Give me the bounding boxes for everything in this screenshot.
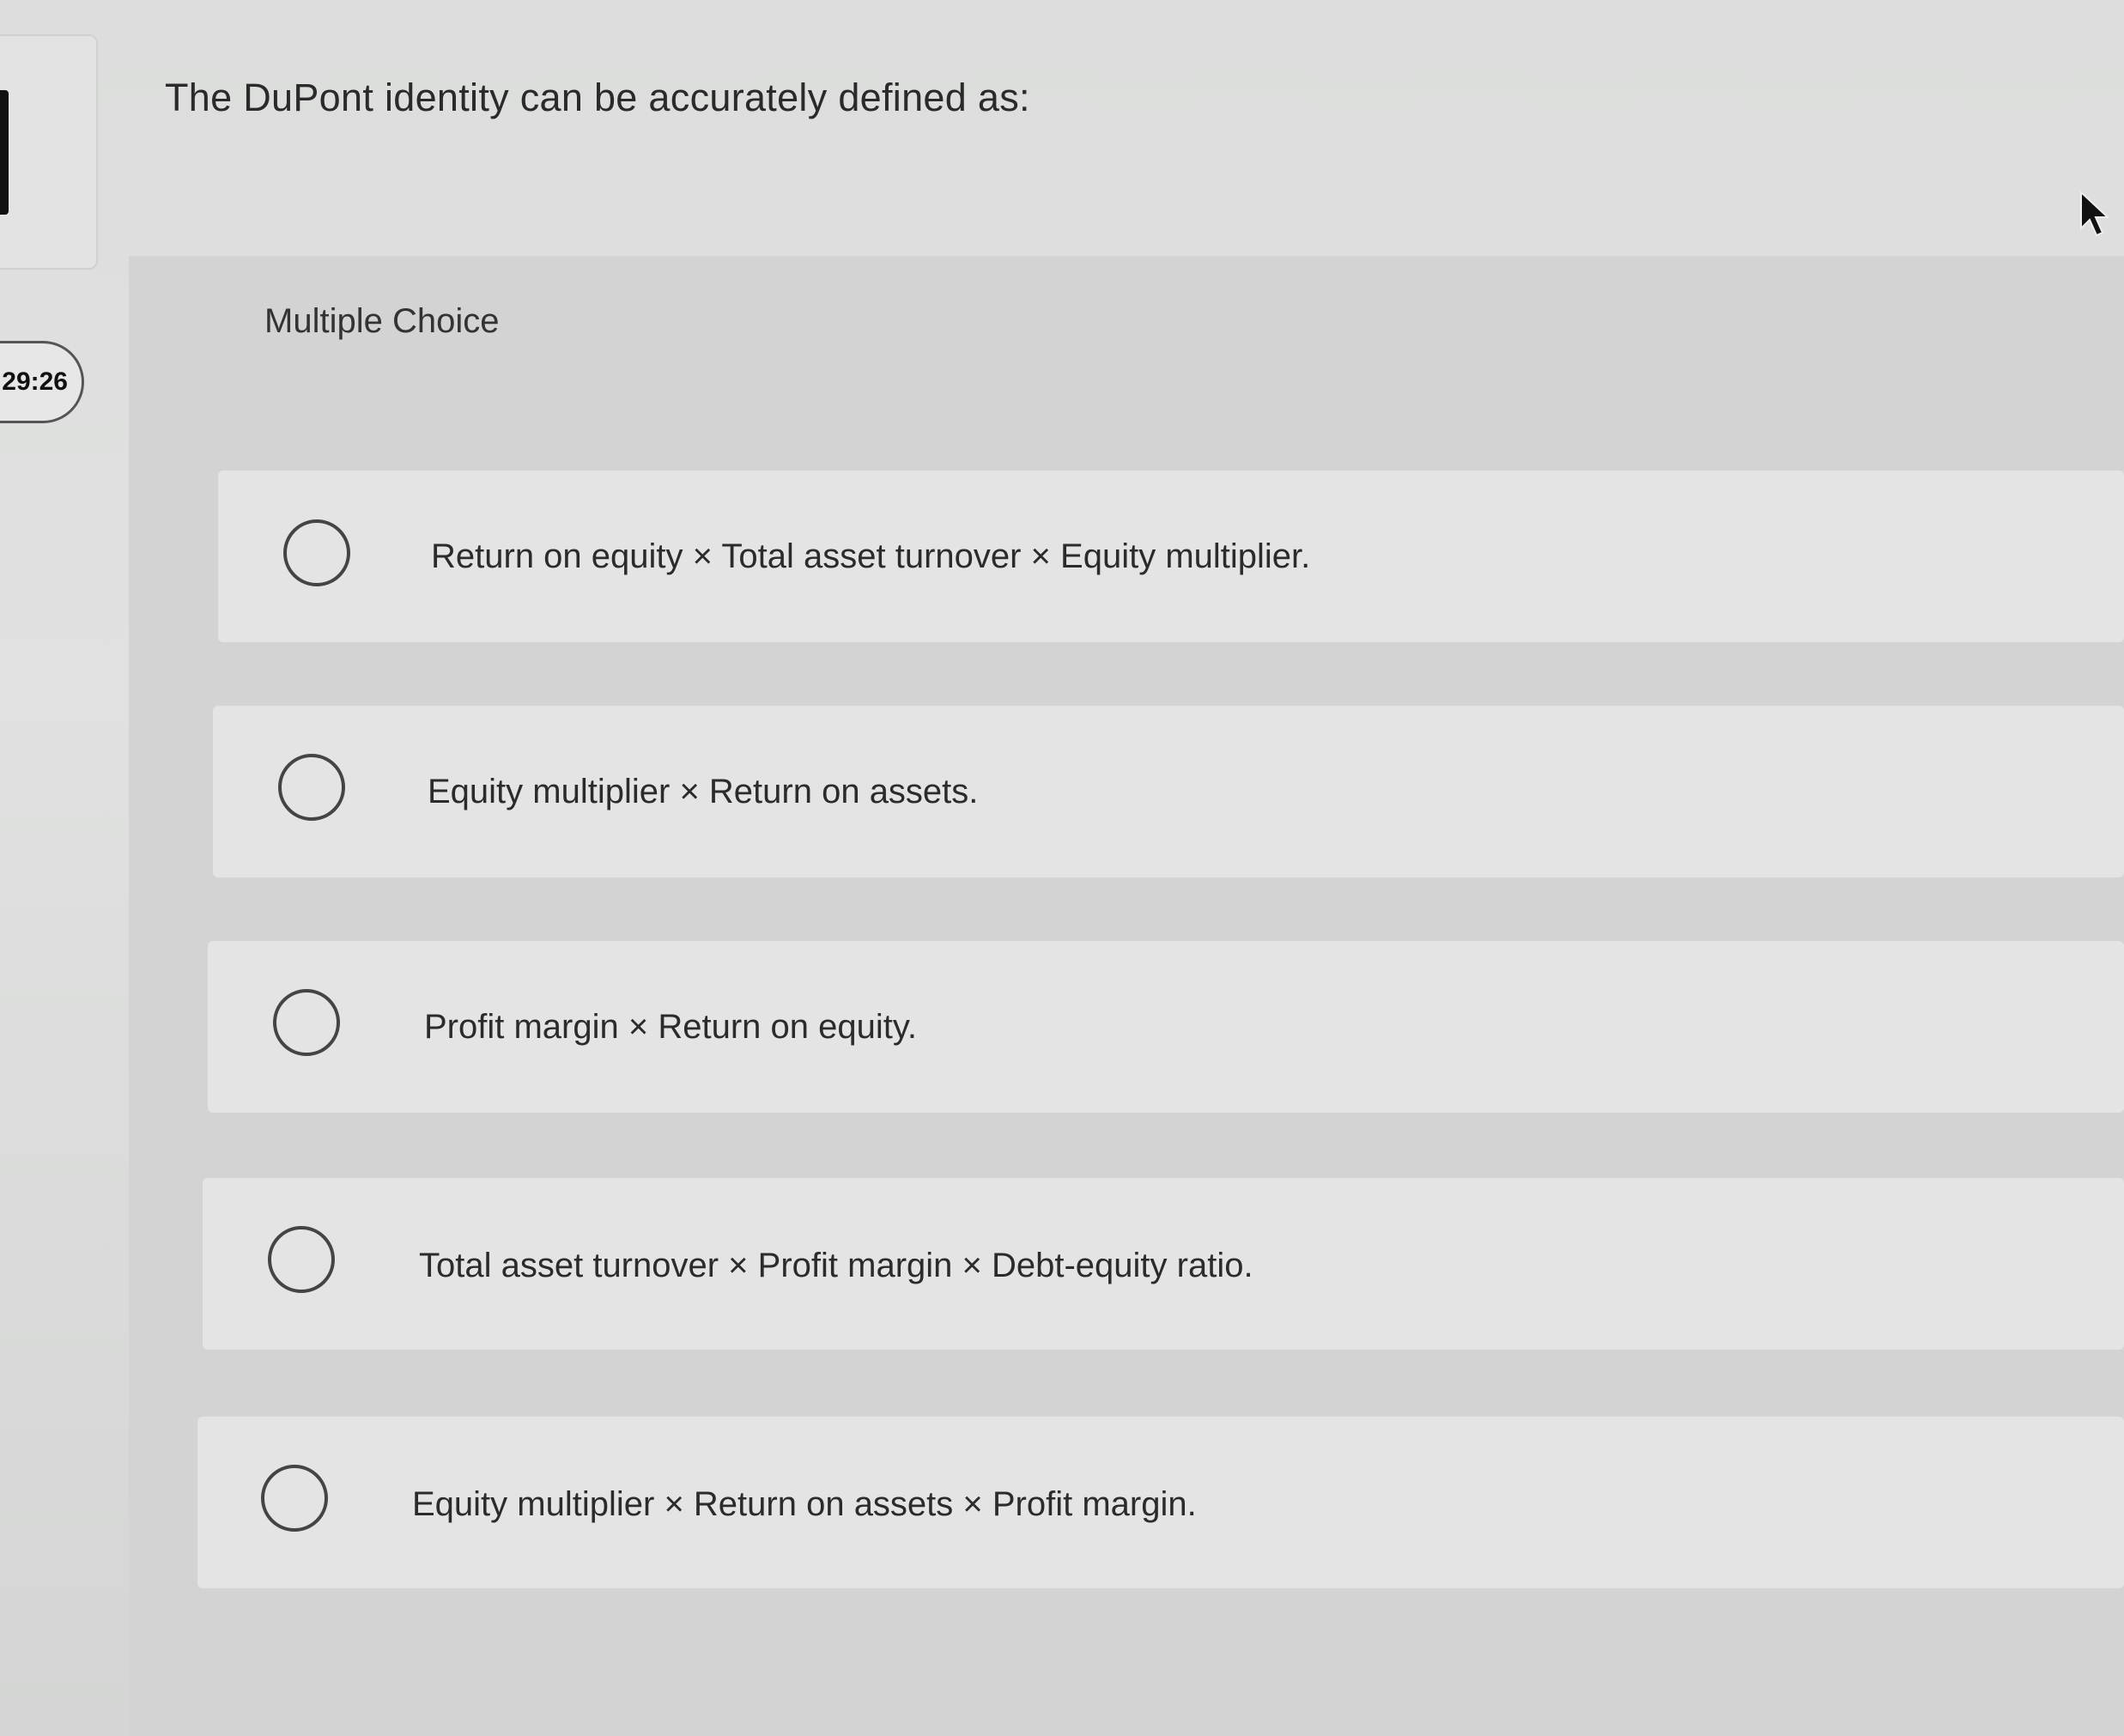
mouse-pointer-icon <box>2080 191 2110 237</box>
answer-option-1[interactable]: Return on equity × Total asset turnover … <box>218 470 2124 642</box>
timer-badge[interactable]: 29:26 <box>0 341 84 423</box>
radio-button-icon[interactable] <box>278 754 345 821</box>
answer-option-3[interactable]: Profit margin × Return on equity. <box>208 941 2124 1113</box>
answer-option-2[interactable]: Equity multiplier × Return on assets. <box>213 706 2124 877</box>
radio-button-icon[interactable] <box>283 519 350 586</box>
answer-option-label[interactable]: Total asset turnover × Profit margin × D… <box>419 1247 1253 1285</box>
question-text: The DuPont identity can be accurately de… <box>165 76 1030 119</box>
answer-option-label[interactable]: Equity multiplier × Return on assets × P… <box>412 1485 1197 1524</box>
radio-button-icon[interactable] <box>261 1465 328 1532</box>
side-panel-indicator <box>0 90 9 215</box>
screen: 29:26 The DuPont identity can be accurat… <box>0 0 2124 1736</box>
answer-option-4[interactable]: Total asset turnover × Profit margin × D… <box>203 1178 2124 1350</box>
timer-text: 29:26 <box>2 367 68 396</box>
answer-option-5[interactable]: Equity multiplier × Return on assets × P… <box>197 1417 2124 1588</box>
answer-option-label[interactable]: Profit margin × Return on equity. <box>424 1008 917 1047</box>
question-type-label: Multiple Choice <box>264 302 500 340</box>
answer-option-label[interactable]: Return on equity × Total asset turnover … <box>431 537 1310 576</box>
answer-option-label[interactable]: Equity multiplier × Return on assets. <box>428 773 978 811</box>
side-panel <box>0 34 98 270</box>
radio-button-icon[interactable] <box>273 989 340 1056</box>
radio-button-icon[interactable] <box>268 1226 335 1293</box>
